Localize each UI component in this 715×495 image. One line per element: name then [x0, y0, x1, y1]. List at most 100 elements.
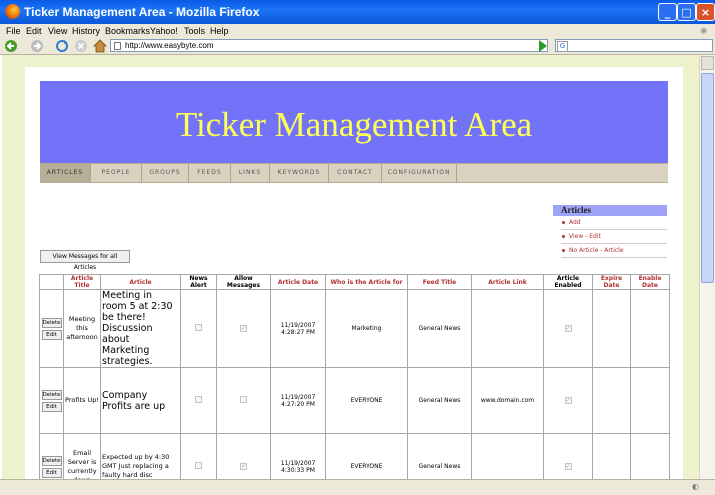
sidebar-link-label: No Article - Article [569, 247, 624, 254]
cell-allow-messages [216, 367, 271, 434]
time-text: 4:27:20 PM [281, 400, 315, 408]
firefox-logo-icon [5, 4, 20, 19]
cell-article-date: 11/19/2007 4:30:33 PM [270, 433, 326, 479]
title-bar: Ticker Management Area - Mozilla Firefox… [0, 0, 715, 24]
scroll-up-icon[interactable] [701, 56, 714, 70]
view-messages-button[interactable]: View Messages for all Articles [40, 250, 130, 271]
cell-enable-date [630, 367, 670, 434]
row-actions: Delete Edit [39, 367, 64, 434]
cell-expire-date [592, 289, 631, 368]
cell-article: Company Profits are up [100, 367, 181, 434]
scrollbar-thumb[interactable] [701, 73, 714, 283]
sidebar-link-no-article[interactable]: No Article - Article [561, 244, 667, 258]
column-header-who[interactable]: Who is the Article for [325, 274, 408, 290]
back-icon[interactable] [4, 39, 18, 53]
column-header-expire-date[interactable]: Expire Date [592, 274, 631, 290]
sidebar-link-add[interactable]: Add [561, 216, 667, 230]
main-nav: ARTICLES PEOPLE GROUPS FEEDS LINKS KEYWO… [40, 163, 668, 183]
cell-article-date: 11/19/2007 4:27:20 PM [270, 367, 326, 434]
page-frame: Ticker Management Area ARTICLES PEOPLE G… [2, 55, 699, 479]
cell-news-alert [180, 433, 217, 479]
column-header-article[interactable]: Article [100, 274, 181, 290]
menu-yahoo[interactable]: Yahoo! [150, 24, 178, 38]
cell-article-date: 11/19/2007 4:28:27 PM [270, 289, 326, 368]
column-header-feed-title[interactable]: Feed Title [407, 274, 472, 290]
vertical-scrollbar[interactable] [699, 55, 715, 479]
menu-edit[interactable]: Edit [26, 24, 42, 38]
cell-feed-title: General News [407, 433, 472, 479]
tab-links[interactable]: LINKS [231, 164, 270, 182]
stop-icon[interactable] [74, 39, 88, 53]
news-alert-checkbox [195, 324, 202, 331]
cell-feed-title: General News [407, 367, 472, 434]
throbber-icon: ✺ [700, 26, 708, 36]
table-row: Delete Edit Meeting this afternoon Meeti… [39, 289, 670, 368]
forward-icon[interactable] [30, 39, 44, 53]
address-bar[interactable]: http://www.easybyte.com ▼ [110, 39, 548, 52]
allow-messages-checkbox [240, 396, 247, 403]
search-engine-icon[interactable]: G [557, 41, 568, 52]
time-text: 4:30:33 PM [281, 466, 315, 474]
menu-view[interactable]: View [48, 24, 67, 38]
menu-history[interactable]: History [72, 24, 100, 38]
table-row: Delete Edit Email Server is currently do… [39, 433, 670, 479]
column-header-enable-date[interactable]: Enable Date [630, 274, 670, 290]
cell-allow-messages: ✓ [216, 289, 271, 368]
home-icon[interactable] [93, 39, 107, 53]
minimize-button[interactable]: _ [658, 3, 677, 21]
maximize-button[interactable]: □ [677, 3, 696, 21]
date-text: 11/19/2007 [280, 321, 316, 329]
cell-article-title: Meeting this afternoon [63, 289, 101, 368]
edit-button[interactable]: Edit [41, 329, 62, 340]
cell-article: Expected up by 4:30 GMT Just replacing a… [100, 433, 181, 479]
cell-enable-date [630, 433, 670, 479]
menu-bookmarks[interactable]: Bookmarks [105, 24, 150, 38]
edit-button[interactable]: Edit [41, 467, 62, 478]
column-header-article-date[interactable]: Article Date [270, 274, 326, 290]
status-icon: ◐ [692, 482, 699, 491]
close-button[interactable]: × [696, 3, 715, 21]
cell-news-alert [180, 289, 217, 368]
news-alert-checkbox [195, 396, 202, 403]
delete-button[interactable]: Delete [41, 389, 62, 400]
sidebar-link-label: Add [569, 219, 581, 226]
cell-expire-date [592, 367, 631, 434]
tab-people[interactable]: PEOPLE [91, 164, 142, 182]
tab-configuration[interactable]: CONFIGURATION [382, 164, 457, 182]
window-title: Ticker Management Area - Mozilla Firefox [24, 5, 260, 19]
delete-button[interactable]: Delete [41, 455, 62, 466]
sidebar-link-label: View - Edit [569, 233, 601, 240]
article-enabled-checkbox: ✓ [564, 463, 572, 470]
time-text: 4:28:27 PM [281, 328, 315, 336]
status-bar: ◐ [0, 479, 715, 495]
column-header-article-link[interactable]: Article Link [471, 274, 544, 290]
tab-groups[interactable]: GROUPS [142, 164, 189, 182]
menu-tools[interactable]: Tools [184, 24, 205, 38]
date-text: 11/19/2007 [280, 459, 316, 467]
cell-article-enabled: ✓ [543, 289, 593, 368]
menu-help[interactable]: Help [210, 24, 229, 38]
tab-contact[interactable]: CONTACT [329, 164, 382, 182]
search-input[interactable]: G [555, 39, 713, 52]
cell-feed-title: General News [407, 289, 472, 368]
bullet-icon [562, 249, 565, 252]
cell-who: EVERYONE [325, 367, 408, 434]
cell-article-enabled: ✓ [543, 433, 593, 479]
column-header-actions [39, 274, 64, 290]
sidebar-link-view-edit[interactable]: View - Edit [561, 230, 667, 244]
reload-icon[interactable] [55, 39, 69, 53]
tab-feeds[interactable]: FEEDS [189, 164, 231, 182]
go-icon[interactable] [539, 40, 547, 52]
cell-enable-date [630, 289, 670, 368]
cell-who: Marketing [325, 289, 408, 368]
tab-keywords[interactable]: KEYWORDS [270, 164, 329, 182]
column-header-article-title[interactable]: Article Title [63, 274, 101, 290]
bullet-icon [562, 235, 565, 238]
edit-button[interactable]: Edit [41, 401, 62, 412]
menu-file[interactable]: File [6, 24, 21, 38]
article-enabled-checkbox: ✓ [564, 325, 572, 332]
banner-title: Ticker Management Area [175, 105, 533, 144]
tab-articles[interactable]: ARTICLES [40, 164, 91, 182]
delete-button[interactable]: Delete [41, 317, 62, 328]
cell-news-alert [180, 367, 217, 434]
